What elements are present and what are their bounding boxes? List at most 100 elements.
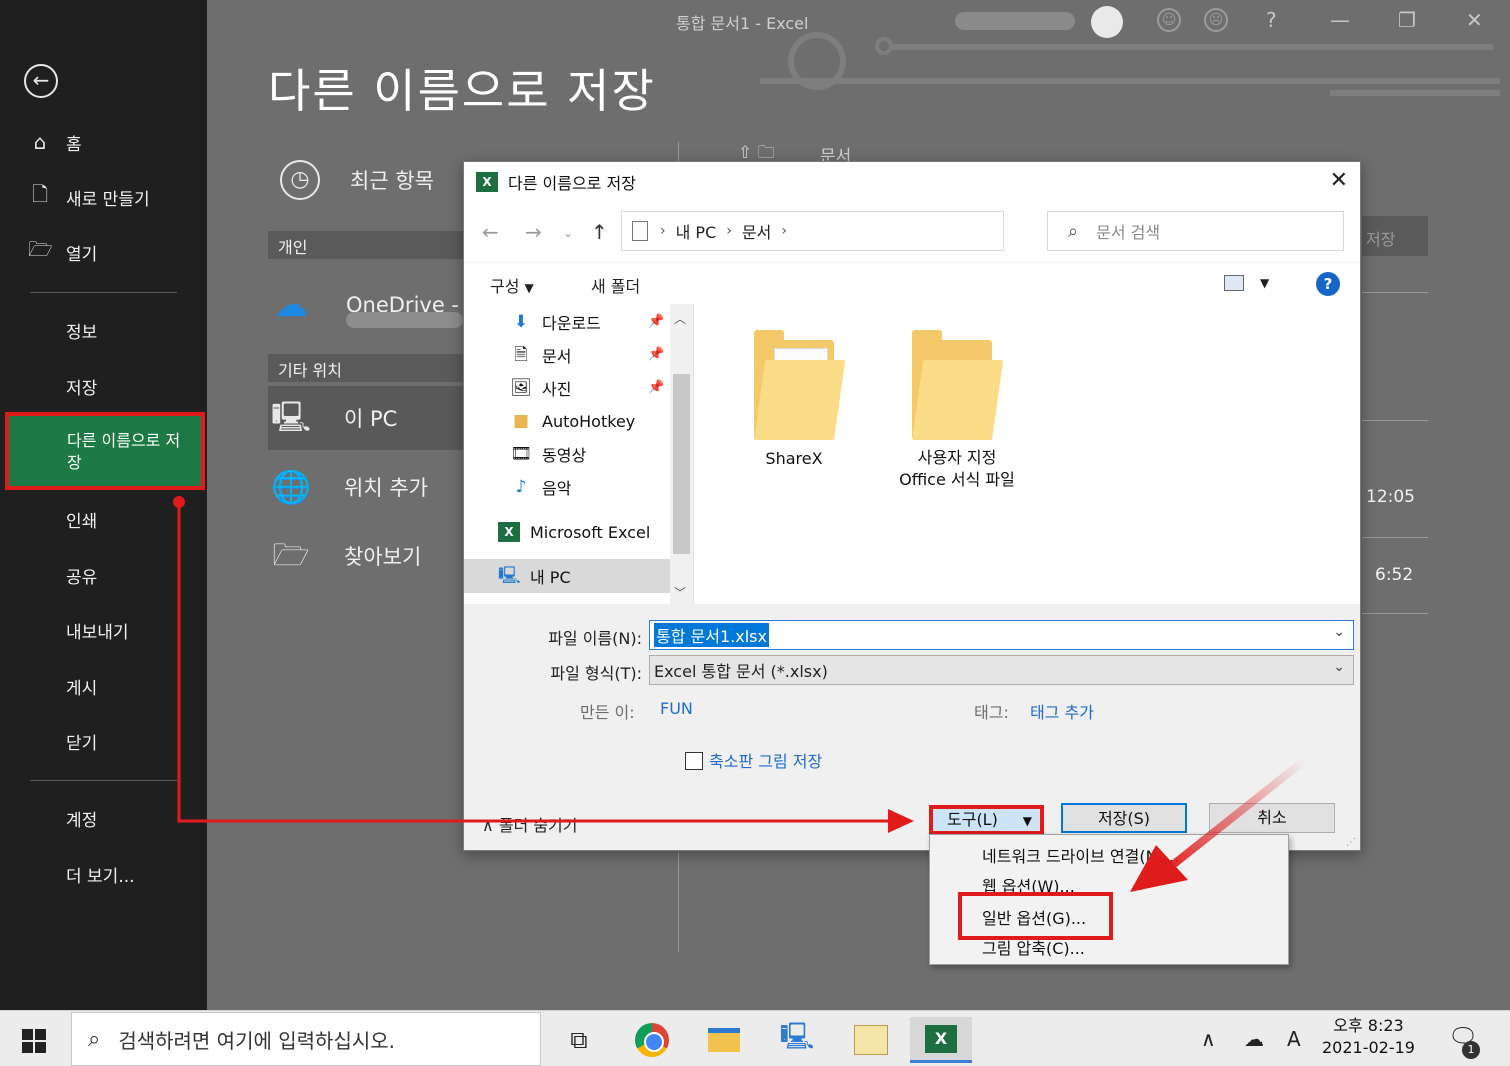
- picture-icon: 🖼: [510, 378, 532, 398]
- back-arrow-icon[interactable]: ←: [24, 64, 58, 98]
- resize-grip-icon[interactable]: ⋰: [1346, 837, 1356, 848]
- nav-export[interactable]: 내보내기: [0, 610, 207, 650]
- nav-close[interactable]: 닫기: [0, 721, 207, 761]
- filename-input[interactable]: 통합 문서1.xlsx ⌄: [649, 620, 1354, 650]
- cancel-button[interactable]: 취소: [1209, 803, 1335, 833]
- hide-folders-toggle[interactable]: ∧ 폴더 숨기기: [482, 812, 578, 836]
- nav-share[interactable]: 공유: [0, 555, 207, 595]
- tree-item-downloads[interactable]: ⬇ 다운로드: [510, 307, 601, 337]
- taskbar-clock[interactable]: 오후 8:23 2021-02-19: [1322, 1015, 1415, 1059]
- nav-publish[interactable]: 게시: [0, 666, 207, 706]
- filetype-label: 파일 형식(T):: [550, 664, 642, 683]
- folder-icon: ■: [512, 411, 530, 431]
- remote-desktop-icon[interactable]: 🖳: [766, 1017, 828, 1063]
- close-window-button[interactable]: ✕: [1466, 8, 1483, 32]
- tree-item-label: 문서: [542, 347, 572, 366]
- save-button[interactable]: 저장(S): [1061, 803, 1187, 833]
- nav-account[interactable]: 계정: [0, 798, 207, 838]
- nav-info-label: 정보: [66, 322, 98, 343]
- organize-label: 구성: [490, 277, 520, 296]
- tools-menu: 네트워크 드라이브 연결(N)... 웹 옵션(W)... 일반 옵션(G)..…: [929, 834, 1289, 965]
- filename-label: 파일 이름(N):: [548, 629, 642, 648]
- up-arrow-icon[interactable]: ↑: [591, 220, 608, 244]
- frown-feedback-icon[interactable]: ☹: [1204, 8, 1228, 32]
- tools-button[interactable]: 도구(L) ▼: [929, 805, 1044, 835]
- tree-item-this-pc[interactable]: 🖳 내 PC: [498, 561, 571, 591]
- pin-icon[interactable]: 📌: [648, 380, 664, 395]
- menu-item-map-network-drive[interactable]: 네트워크 드라이브 연결(N)...: [982, 843, 1179, 867]
- dialog-titlebar[interactable]: X 다른 이름으로 저장 ✕: [464, 162, 1360, 202]
- location-add-place[interactable]: 🌐 위치 추가: [268, 464, 428, 510]
- thumbnail-label[interactable]: 축소판 그림 저장: [709, 748, 822, 772]
- cloud-offline-icon[interactable]: ☁: [1244, 1027, 1264, 1051]
- smile-feedback-icon[interactable]: ☺: [1157, 8, 1181, 32]
- task-view-icon[interactable]: ⧉: [548, 1017, 610, 1063]
- location-this-pc[interactable]: 🖳 이 PC: [268, 395, 397, 441]
- search-input[interactable]: ⌕ 문서 검색: [1047, 211, 1344, 251]
- pin-icon[interactable]: 📌: [648, 347, 664, 362]
- tree-item-autohotkey[interactable]: ■ AutoHotkey: [510, 406, 635, 436]
- dialog-close-icon[interactable]: ✕: [1330, 168, 1348, 193]
- recent-chevron-icon[interactable]: ⌄: [563, 226, 573, 240]
- nav-more[interactable]: 더 보기...: [0, 854, 207, 894]
- organize-button[interactable]: 구성 ▼: [490, 273, 534, 297]
- tags-input[interactable]: 태그 추가: [1030, 699, 1094, 723]
- address-bar[interactable]: › 내 PC › 문서 › ⌄ ↻: [621, 211, 1171, 251]
- tree-item-pictures[interactable]: 🖼 사진: [510, 373, 571, 403]
- nav-save[interactable]: 저장: [0, 366, 207, 406]
- help-icon[interactable]: ?: [1266, 8, 1277, 32]
- scroll-down-icon[interactable]: ﹀: [674, 584, 686, 601]
- breadcrumb-separator: ›: [726, 223, 732, 239]
- view-options-icon[interactable]: [1224, 275, 1244, 291]
- minimize-button[interactable]: —: [1330, 8, 1350, 32]
- nav-share-label: 공유: [66, 567, 98, 588]
- tree-scrollbar-thumb[interactable]: [673, 374, 690, 554]
- notepad-icon[interactable]: [840, 1017, 902, 1063]
- tree-item-microsoft-excel[interactable]: X Microsoft Excel: [498, 517, 650, 547]
- breadcrumb-this-pc[interactable]: 내 PC: [676, 219, 717, 243]
- new-folder-button[interactable]: 새 폴더: [591, 273, 640, 297]
- chevron-down-icon[interactable]: ⌄: [1333, 624, 1345, 640]
- taskbar-search-input[interactable]: ⌕ 검색하려면 여기에 입력하십시오.: [71, 1012, 541, 1066]
- chrome-icon[interactable]: [621, 1017, 683, 1063]
- nav-more-label: 더 보기...: [66, 866, 135, 887]
- nav-open[interactable]: 🗁 열기: [0, 232, 207, 272]
- windows-start-icon[interactable]: [22, 1029, 46, 1053]
- nav-info[interactable]: 정보: [0, 310, 207, 350]
- nav-new[interactable]: 🗋 새로 만들기: [0, 177, 207, 217]
- location-browse[interactable]: 🗁 찾아보기: [268, 533, 421, 579]
- avatar[interactable]: [1091, 6, 1123, 38]
- backstage-save-button[interactable]: 저장: [1362, 216, 1428, 256]
- dialog-navigation-bar: ← → ⌄ ↑ › 내 PC › 문서 › ⌄ ↻ ⌕ 문서 검색: [464, 202, 1360, 262]
- excel-taskbar-icon[interactable]: X: [910, 1017, 972, 1063]
- nav-save-as[interactable]: 다른 이름으로 저장: [5, 412, 205, 490]
- taskbar-search-placeholder: 검색하려면 여기에 입력하십시오.: [118, 1028, 396, 1053]
- file-modified-time: 6:52: [1375, 565, 1414, 585]
- thumbnail-checkbox[interactable]: [685, 752, 703, 770]
- restore-button[interactable]: ❐: [1398, 8, 1416, 32]
- scroll-up-icon[interactable]: ︿: [674, 310, 686, 327]
- location-add-place-label: 위치 추가: [344, 476, 428, 500]
- author-value[interactable]: FUN: [660, 699, 693, 718]
- folder-custom-office-templates[interactable]: [912, 330, 1004, 440]
- tree-item-documents[interactable]: 🗎 문서: [510, 340, 571, 370]
- breadcrumb-documents[interactable]: 문서: [742, 219, 771, 243]
- filetype-select[interactable]: Excel 통합 문서 (*.xlsx) ⌄: [649, 655, 1354, 685]
- show-hidden-icons-chevron-icon[interactable]: ∧: [1201, 1027, 1216, 1051]
- ime-indicator[interactable]: A: [1287, 1027, 1301, 1051]
- decorative-line: [1330, 90, 1500, 96]
- view-dropdown-icon[interactable]: ▼: [1260, 276, 1269, 290]
- folder-sharex[interactable]: [754, 330, 846, 440]
- forward-arrow-icon[interactable]: →: [525, 220, 542, 244]
- nav-print[interactable]: 인쇄: [0, 499, 207, 539]
- computer-icon: 🖳: [270, 400, 312, 435]
- nav-home[interactable]: ⌂ 홈: [0, 122, 207, 162]
- back-arrow-icon[interactable]: ←: [482, 220, 499, 244]
- pin-icon[interactable]: 📌: [648, 314, 664, 329]
- tree-item-videos[interactable]: 🎞 동영상: [510, 439, 586, 469]
- file-explorer-icon[interactable]: [693, 1017, 755, 1063]
- tree-item-music[interactable]: ♪ 음악: [510, 472, 572, 502]
- location-recent[interactable]: ◷ 최근 항목: [268, 160, 434, 200]
- chevron-down-icon[interactable]: ⌄: [1333, 659, 1345, 675]
- help-icon[interactable]: ?: [1316, 272, 1340, 296]
